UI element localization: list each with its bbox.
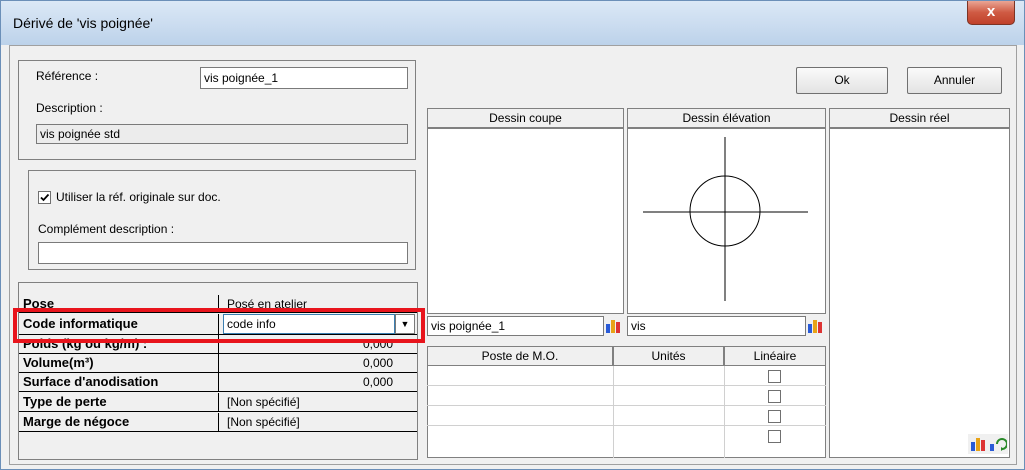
- close-button[interactable]: x: [967, 1, 1015, 25]
- use-original-ref-label: Utiliser la réf. originale sur doc.: [56, 190, 221, 204]
- linear-checkbox[interactable]: [768, 430, 781, 443]
- property-label: Type de perte: [19, 393, 219, 411]
- ok-button[interactable]: Ok: [796, 67, 888, 94]
- property-row-margin[interactable]: Marge de négoce [Non spécifié]: [19, 412, 417, 432]
- row-divider: [427, 405, 826, 406]
- dialog-body: Référence : vis poignée_1 Description : …: [9, 45, 1017, 465]
- row-divider: [427, 425, 826, 426]
- labor-header-post: Poste de M.O.: [427, 346, 613, 366]
- row-divider: [427, 385, 826, 386]
- checkbox-checked-icon: [40, 193, 50, 202]
- cancel-button[interactable]: Annuler: [907, 67, 1002, 94]
- labor-header-units: Unités: [613, 346, 724, 366]
- labor-header-linear: Linéaire: [724, 346, 826, 366]
- property-value: [Non spécifié]: [227, 395, 300, 409]
- complement-input[interactable]: [38, 242, 408, 264]
- use-original-ref-checkbox[interactable]: [38, 191, 51, 204]
- property-value: 0,000: [362, 356, 393, 370]
- reel-toolbar: [968, 434, 1008, 454]
- column-divider: [724, 366, 725, 458]
- reel-header: Dessin réel: [829, 108, 1010, 128]
- coupe-name-input[interactable]: vis poignée_1: [427, 316, 604, 336]
- linear-checkbox[interactable]: [768, 370, 781, 383]
- reference-label: Référence :: [36, 69, 99, 83]
- property-value: 0,000: [362, 375, 393, 389]
- property-row-surface[interactable]: Surface d'anodisation 0,000: [19, 373, 417, 392]
- refresh-icon[interactable]: [989, 436, 1007, 452]
- chart-icon[interactable]: [970, 436, 988, 452]
- reference-input[interactable]: vis poignée_1: [200, 67, 408, 89]
- property-label: Marge de négoce: [19, 413, 219, 431]
- description-label: Description :: [36, 101, 103, 115]
- elevation-header: Dessin élévation: [627, 108, 826, 128]
- column-divider: [613, 366, 614, 458]
- coupe-canvas: [427, 128, 624, 314]
- complement-label: Complément description :: [38, 222, 175, 236]
- coupe-header: Dessin coupe: [427, 108, 624, 128]
- dialog-window: Dérivé de 'vis poignée' x Référence : vi…: [0, 0, 1025, 470]
- property-row-loss-type[interactable]: Type de perte [Non spécifié]: [19, 392, 417, 412]
- close-icon: x: [986, 3, 996, 20]
- linear-checkbox[interactable]: [768, 410, 781, 423]
- elevation-canvas: [627, 128, 826, 314]
- elevation-drawing: [643, 137, 808, 301]
- property-value: [Non spécifié]: [227, 415, 300, 429]
- highlight-box: [13, 308, 425, 343]
- title-bar: Dérivé de 'vis poignée' x: [1, 1, 1024, 45]
- reel-canvas: [829, 128, 1010, 458]
- property-label: Surface d'anodisation: [19, 373, 219, 391]
- chart-icon[interactable]: [605, 318, 623, 334]
- window-title: Dérivé de 'vis poignée': [13, 15, 153, 31]
- property-label: Volume(m³): [19, 354, 219, 372]
- elevation-name-input[interactable]: vis: [627, 316, 806, 336]
- linear-checkbox[interactable]: [768, 390, 781, 403]
- property-row-volume[interactable]: Volume(m³) 0,000: [19, 354, 417, 373]
- description-field: vis poignée std: [36, 124, 408, 144]
- chart-icon[interactable]: [807, 318, 825, 334]
